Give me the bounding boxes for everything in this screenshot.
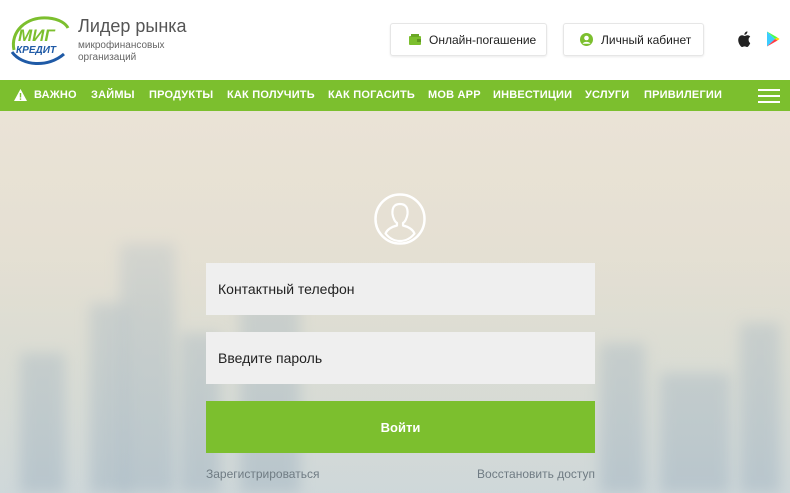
nav-item-products[interactable]: ПРОДУКТЫ: [149, 80, 213, 111]
login-hero: Войти Зарегистрироваться Восстановить до…: [0, 111, 790, 493]
phone-input[interactable]: [206, 263, 595, 315]
user-circle-icon: [580, 33, 593, 46]
hamburger-menu-icon[interactable]: [758, 89, 780, 103]
warning-icon: [14, 89, 27, 101]
nav-item-how-to-get[interactable]: КАК ПОЛУЧИТЬ: [227, 80, 315, 111]
user-avatar-icon: [374, 193, 426, 245]
google-play-icon[interactable]: [766, 31, 780, 47]
nav-item-how-to-repay[interactable]: КАК ПОГАСИТЬ: [328, 80, 415, 111]
password-input[interactable]: [206, 332, 595, 384]
nav-item-investments[interactable]: ИНВЕСТИЦИИ: [493, 80, 572, 111]
login-button[interactable]: Войти: [206, 401, 595, 453]
personal-cabinet-label: Личный кабинет: [601, 32, 692, 47]
main-navigation: ВАЖНО ЗАЙМЫ ПРОДУКТЫ КАК ПОЛУЧИТЬ КАК ПО…: [0, 80, 790, 111]
nav-item-loans[interactable]: ЗАЙМЫ: [91, 80, 135, 111]
migcredit-logo[interactable]: МИГ КРЕДИТ: [8, 10, 70, 68]
logo-text-credit: КРЕДИТ: [16, 45, 57, 56]
nav-item-privileges[interactable]: ПРИВИЛЕГИИ: [644, 80, 722, 111]
online-repayment-label: Онлайн-погашение: [429, 32, 537, 47]
online-repayment-button[interactable]: Онлайн-погашение: [390, 23, 547, 56]
nav-item-services[interactable]: УСЛУГИ: [585, 80, 629, 111]
tagline-title: Лидер рынка: [78, 16, 187, 36]
nav-item-important[interactable]: ВАЖНО: [34, 80, 77, 111]
site-header: МИГ КРЕДИТ Лидер рынка микрофинансовых о…: [0, 0, 790, 80]
apple-icon[interactable]: [737, 31, 751, 47]
restore-access-link[interactable]: Восстановить доступ: [477, 467, 595, 481]
nav-item-mob-app[interactable]: МОВ APP: [428, 80, 481, 111]
tagline-subtitle: микрофинансовых организаций: [78, 40, 165, 63]
wallet-icon: [409, 34, 421, 45]
register-link[interactable]: Зарегистрироваться: [206, 467, 319, 481]
personal-cabinet-button[interactable]: Личный кабинет: [563, 23, 704, 56]
logo-text-mig: МИГ: [18, 26, 56, 45]
